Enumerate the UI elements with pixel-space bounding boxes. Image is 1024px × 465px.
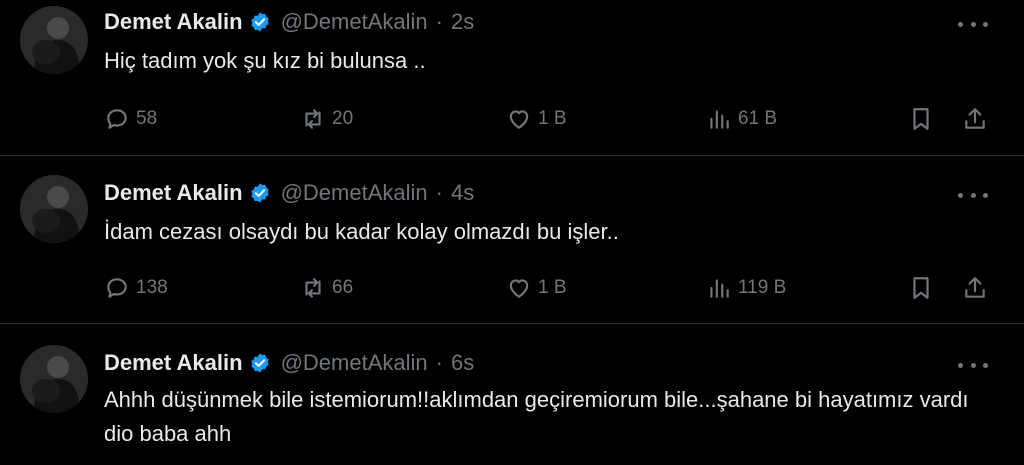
views-icon (710, 110, 729, 129)
avatar[interactable] (20, 345, 88, 413)
verified-icon (250, 353, 269, 373)
bookmark-icon (913, 108, 929, 130)
reply-count: 58 (136, 108, 158, 129)
separator: · (435, 9, 443, 34)
separator: · (435, 180, 443, 205)
verified-icon (250, 183, 269, 203)
tweet-text: Hiç tadım yok şu kız bi bulunsa .. (104, 48, 426, 73)
reply-icon (107, 278, 127, 298)
more-icon[interactable] (958, 14, 988, 34)
tweet-header: Demet Akalin @DemetAkalin · 6s (104, 347, 474, 379)
author-name[interactable]: Demet Akalin (104, 180, 243, 206)
retweet-button[interactable]: 66 (300, 271, 353, 305)
author-handle[interactable]: @DemetAkalin (281, 350, 428, 376)
avatar[interactable] (20, 175, 88, 243)
timestamp[interactable]: 2s (451, 9, 474, 35)
tweet[interactable]: Demet Akalin @DemetAkalin · 4s İdam ceza… (0, 155, 1024, 323)
like-icon (509, 279, 529, 298)
bookmark-button[interactable] (908, 102, 940, 136)
like-button[interactable]: 1 B (506, 271, 567, 305)
author-handle[interactable]: @DemetAkalin (281, 9, 428, 35)
timestamp[interactable]: 6s (451, 350, 474, 376)
tweet-actions: 138 66 1 B 119 B (100, 271, 1000, 305)
tweet-actions: 58 20 1 B 61 B (100, 102, 1000, 136)
tweet-header: Demet Akalin @DemetAkalin · 4s (104, 177, 474, 209)
retweet-icon (305, 109, 321, 129)
author-name[interactable]: Demet Akalin (104, 9, 243, 35)
views-count: 119 B (738, 277, 787, 298)
views-button[interactable]: 61 B (706, 102, 777, 136)
retweet-button[interactable]: 20 (300, 102, 353, 136)
avatar[interactable] (20, 6, 88, 74)
tweet-text: Ahhh düşünmek bile istemiorum!!aklımdan … (104, 387, 969, 446)
author-name[interactable]: Demet Akalin (104, 350, 243, 376)
reply-icon (107, 109, 127, 129)
separator: · (435, 350, 443, 375)
reply-count: 138 (136, 277, 168, 298)
verified-icon (250, 12, 269, 32)
like-button[interactable]: 1 B (506, 102, 567, 136)
retweet-count: 20 (332, 108, 354, 129)
like-count: 1 B (538, 277, 567, 298)
tweet-text: İdam cezası olsaydı bu kadar kolay olmaz… (104, 219, 619, 244)
tweet[interactable]: Demet Akalin @DemetAkalin · 6s Ahhh düşü… (0, 323, 1024, 465)
bookmark-icon (913, 277, 929, 299)
views-count: 61 B (738, 108, 778, 129)
reply-button[interactable]: 138 (104, 271, 168, 305)
reply-button[interactable]: 58 (104, 102, 157, 136)
share-button[interactable] (962, 102, 994, 136)
more-icon[interactable] (958, 355, 988, 375)
share-icon (965, 108, 985, 129)
author-handle[interactable]: @DemetAkalin (281, 180, 428, 206)
more-icon[interactable] (958, 185, 988, 205)
bookmark-button[interactable] (908, 271, 940, 305)
share-icon (965, 277, 985, 298)
retweet-count: 66 (332, 277, 354, 298)
retweet-icon (305, 278, 321, 298)
like-icon (509, 110, 529, 129)
tweet-header: Demet Akalin @DemetAkalin · 2s (104, 6, 474, 38)
tweet[interactable]: Demet Akalin @DemetAkalin · 2s Hiç tadım… (0, 0, 1024, 155)
share-button[interactable] (962, 271, 994, 305)
views-icon (710, 279, 729, 298)
like-count: 1 B (538, 108, 567, 129)
timestamp[interactable]: 4s (451, 180, 474, 206)
views-button[interactable]: 119 B (706, 271, 786, 305)
